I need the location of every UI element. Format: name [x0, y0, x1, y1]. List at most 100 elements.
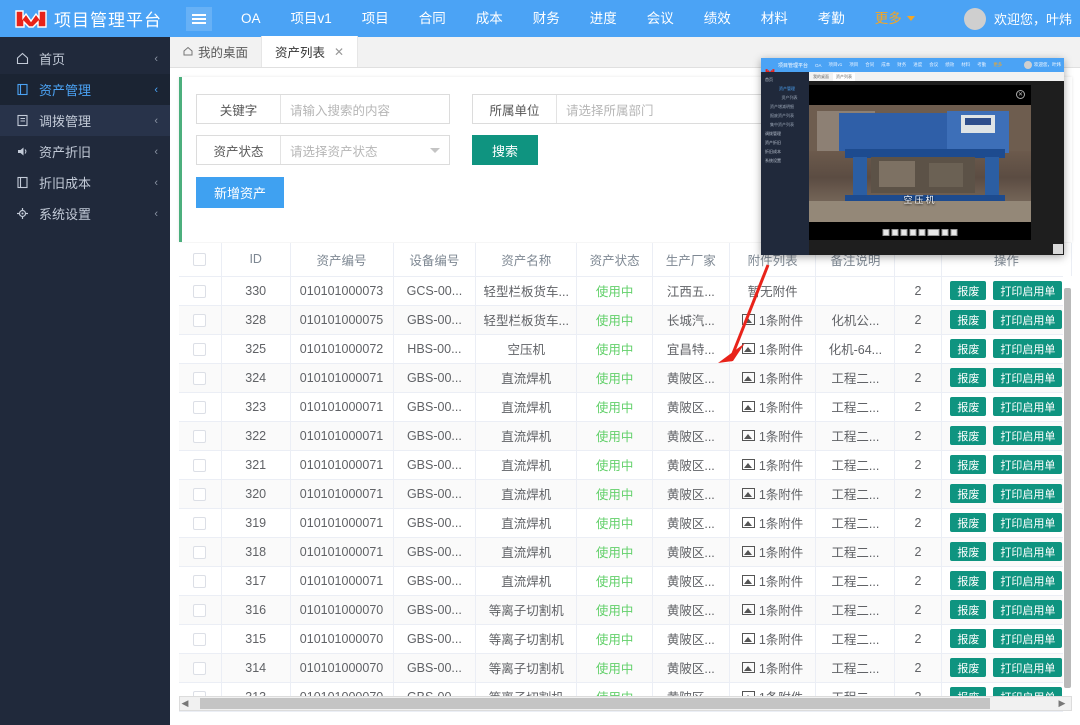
- popup-resize-handle[interactable]: [1053, 244, 1063, 254]
- cell-attachments[interactable]: 1条附件: [729, 450, 816, 479]
- table-row[interactable]: 319010101000071GBS-00...直流焊机使用中黄陂区...1条附…: [179, 508, 1072, 537]
- table-row[interactable]: 321010101000071GBS-00...直流焊机使用中黄陂区...1条附…: [179, 450, 1072, 479]
- nav-item-cost[interactable]: 成本: [461, 0, 518, 37]
- col-asset-status[interactable]: 资产状态: [577, 243, 653, 276]
- table-horizontal-scrollbar[interactable]: ◀ ▶: [179, 696, 1072, 711]
- sidebar-item-asset-depreciation[interactable]: 资产折旧 ‹: [0, 136, 170, 167]
- row-checkbox[interactable]: [193, 343, 206, 356]
- close-icon[interactable]: ✕: [334, 45, 344, 59]
- table-row[interactable]: 324010101000071GBS-00...直流焊机使用中黄陂区...1条附…: [179, 363, 1072, 392]
- scrap-button[interactable]: 报废: [950, 513, 986, 532]
- scrap-button[interactable]: 报废: [950, 310, 986, 329]
- avatar[interactable]: [964, 8, 986, 30]
- col-manufacturer[interactable]: 生产厂家: [652, 243, 729, 276]
- table-horizontal-scroll-thumb[interactable]: [200, 698, 990, 709]
- cell-attachments[interactable]: 1条附件: [729, 508, 816, 537]
- cell-attachments[interactable]: 1条附件: [729, 595, 816, 624]
- sidebar-item-depreciation-cost[interactable]: 折旧成本 ‹: [0, 167, 170, 198]
- table-row[interactable]: 322010101000071GBS-00...直流焊机使用中黄陂区...1条附…: [179, 421, 1072, 450]
- cell-attachments[interactable]: 1条附件: [729, 421, 816, 450]
- table-vertical-scroll-thumb[interactable]: [1064, 288, 1071, 688]
- cell-attachments[interactable]: 1条附件: [729, 305, 816, 334]
- scroll-right-arrow-icon[interactable]: ▶: [1057, 698, 1067, 709]
- zoom-level-display[interactable]: [928, 229, 940, 236]
- table-row[interactable]: 325010101000072HBS-00...空压机使用中宜昌特...1条附件…: [179, 334, 1072, 363]
- nav-item-contract[interactable]: 合同: [404, 0, 461, 37]
- print-activation-form-button[interactable]: 打印启用单: [993, 658, 1062, 677]
- rotate-right-icon[interactable]: [910, 229, 917, 236]
- col-device-no[interactable]: 设备编号: [393, 243, 476, 276]
- cell-attachments[interactable]: 暂无附件: [729, 276, 816, 305]
- row-checkbox[interactable]: [193, 517, 206, 530]
- tab-asset-list[interactable]: 资产列表 ✕: [262, 36, 358, 67]
- scrap-button[interactable]: 报废: [950, 629, 986, 648]
- nav-item-material[interactable]: 材料: [746, 0, 803, 37]
- cell-attachments[interactable]: 1条附件: [729, 479, 816, 508]
- zoom-out-icon[interactable]: [883, 229, 890, 236]
- cell-attachments[interactable]: 1条附件: [729, 334, 816, 363]
- status-select[interactable]: 请选择资产状态: [281, 136, 449, 164]
- cell-attachments[interactable]: 1条附件: [729, 363, 816, 392]
- scrap-button[interactable]: 报废: [950, 571, 986, 590]
- row-checkbox[interactable]: [193, 575, 206, 588]
- col-asset-no[interactable]: 资产编号: [290, 243, 393, 276]
- tab-my-desktop[interactable]: 我的桌面: [170, 36, 262, 67]
- nav-item-more[interactable]: 更多: [860, 0, 930, 37]
- table-row[interactable]: 323010101000071GBS-00...直流焊机使用中黄陂区...1条附…: [179, 392, 1072, 421]
- row-checkbox[interactable]: [193, 488, 206, 501]
- scrap-button[interactable]: 报废: [950, 484, 986, 503]
- row-checkbox[interactable]: [193, 633, 206, 646]
- print-activation-form-button[interactable]: 打印启用单: [993, 629, 1062, 648]
- nav-item-performance[interactable]: 绩效: [689, 0, 746, 37]
- table-row[interactable]: 317010101000071GBS-00...直流焊机使用中黄陂区...1条附…: [179, 566, 1072, 595]
- row-checkbox[interactable]: [193, 430, 206, 443]
- scrap-button[interactable]: 报废: [950, 600, 986, 619]
- row-checkbox[interactable]: [193, 662, 206, 675]
- print-activation-form-button[interactable]: 打印启用单: [993, 339, 1062, 358]
- print-activation-form-button[interactable]: 打印启用单: [993, 426, 1062, 445]
- scrap-button[interactable]: 报废: [950, 339, 986, 358]
- sidebar-item-asset-management[interactable]: 资产管理 ‹: [0, 74, 170, 105]
- nav-item-projectv1[interactable]: 项目v1: [276, 0, 347, 37]
- print-activation-form-button[interactable]: 打印启用单: [993, 513, 1062, 532]
- row-checkbox[interactable]: [193, 604, 206, 617]
- image-viewer[interactable]: 空压机 ✕: [809, 85, 1031, 240]
- scroll-left-arrow-icon[interactable]: ◀: [180, 698, 190, 709]
- table-row[interactable]: 330010101000073GCS-00...轻型栏板货车...使用中江西五.…: [179, 276, 1072, 305]
- print-activation-form-button[interactable]: 打印启用单: [993, 397, 1062, 416]
- cell-attachments[interactable]: 1条附件: [729, 624, 816, 653]
- print-activation-form-button[interactable]: 打印启用单: [993, 600, 1062, 619]
- table-row[interactable]: 315010101000070GBS-00...等离子切割机使用中黄陂区...1…: [179, 624, 1072, 653]
- hamburger-menu-icon[interactable]: [186, 7, 212, 31]
- sidebar-item-transfer-management[interactable]: 调拨管理 ‹: [0, 105, 170, 136]
- select-all-checkbox[interactable]: [193, 253, 206, 266]
- print-activation-form-button[interactable]: 打印启用单: [993, 571, 1062, 590]
- scrap-button[interactable]: 报废: [950, 281, 986, 300]
- cell-attachments[interactable]: 1条附件: [729, 653, 816, 682]
- row-checkbox[interactable]: [193, 314, 206, 327]
- table-row[interactable]: 318010101000071GBS-00...直流焊机使用中黄陂区...1条附…: [179, 537, 1072, 566]
- row-checkbox[interactable]: [193, 285, 206, 298]
- prev-image-icon[interactable]: [942, 229, 949, 236]
- cell-attachments[interactable]: 1条附件: [729, 537, 816, 566]
- col-asset-name[interactable]: 资产名称: [476, 243, 577, 276]
- col-id[interactable]: ID: [221, 243, 290, 276]
- zoom-in-icon[interactable]: [892, 229, 899, 236]
- keyword-input[interactable]: 请输入搜索的内容: [281, 95, 449, 123]
- brand-logo[interactable]: 项目管理平台: [0, 6, 162, 31]
- print-activation-form-button[interactable]: 打印启用单: [993, 484, 1062, 503]
- scrap-button[interactable]: 报废: [950, 658, 986, 677]
- image-preview-popup-window[interactable]: 项目管理平台 OA 项目v1 项目 合同 成本 财务 进度 会议 绩效 材料 考…: [761, 58, 1064, 255]
- user-area[interactable]: 欢迎您，叶炜: [964, 0, 1072, 37]
- close-icon[interactable]: ✕: [1016, 90, 1025, 99]
- fit-screen-icon[interactable]: [919, 229, 926, 236]
- scrap-button[interactable]: 报废: [950, 542, 986, 561]
- nav-item-finance[interactable]: 财务: [518, 0, 575, 37]
- table-row[interactable]: 328010101000075GBS-00...轻型栏板货车...使用中长城汽.…: [179, 305, 1072, 334]
- nav-item-project[interactable]: 项目: [347, 0, 404, 37]
- print-activation-form-button[interactable]: 打印启用单: [993, 455, 1062, 474]
- print-activation-form-button[interactable]: 打印启用单: [993, 310, 1062, 329]
- rotate-left-icon[interactable]: [901, 229, 908, 236]
- nav-item-oa[interactable]: OA: [226, 0, 276, 37]
- next-image-icon[interactable]: [951, 229, 958, 236]
